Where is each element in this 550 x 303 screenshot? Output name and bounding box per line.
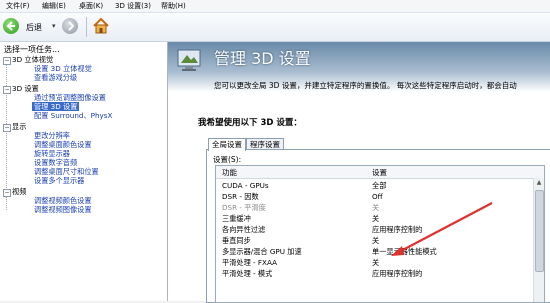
back-dropdown-icon[interactable]: ▾ <box>52 22 56 30</box>
tree-item-image-settings-preview[interactable]: 通过预览调整图像设置 <box>34 93 106 102</box>
feature-cell: 垂直同步 <box>222 236 251 245</box>
feature-cell: 各向异性过滤 <box>222 225 266 234</box>
feature-cell: DSR - 因数 <box>222 192 259 201</box>
home-button[interactable] <box>92 17 110 35</box>
grid-header: 功能 设置 <box>216 166 544 179</box>
forward-button[interactable] <box>62 18 78 34</box>
tree-category-display[interactable]: 显示 <box>12 122 26 131</box>
back-label[interactable]: 后退 <box>26 22 42 33</box>
value-cell[interactable]: 单一显示器性能模式 <box>372 247 437 257</box>
content-area: 管理 3D 设置 您可以更改全局 3D 设置，并建立特定程序的置换值。 每次这些… <box>168 42 550 303</box>
feature-cell: 平滑处理 - FXAA <box>222 258 278 267</box>
page-header: 管理 3D 设置 您可以更改全局 3D 设置，并建立特定程序的置换值。 每次这些… <box>168 42 550 92</box>
scroll-up-icon[interactable]: ▲ <box>535 179 543 187</box>
tree-item-video-image[interactable]: 调整视频图像设置 <box>34 205 92 214</box>
value-cell[interactable]: 关 <box>372 258 379 268</box>
table-row[interactable]: 多显示器/混合 GPU 加速 单一显示器性能模式 <box>216 246 532 257</box>
menu-file[interactable]: 文件(F) <box>6 1 30 11</box>
menu-bar: 文件(F) 编辑(E) 桌面(K) 3D 设置(3) 帮助(H) <box>0 0 550 13</box>
expander-icon[interactable]: − <box>3 189 11 197</box>
column-feature[interactable]: 功能 <box>222 167 237 178</box>
toolbar-separator <box>86 17 87 37</box>
tree-item-game-ratings[interactable]: 查看游戏分级 <box>34 73 77 82</box>
value-cell[interactable]: 关 <box>372 214 379 224</box>
tree-category-3d-stereo[interactable]: 3D 立体视觉 <box>12 55 53 64</box>
menu-3d-settings[interactable]: 3D 设置(3) <box>115 1 151 11</box>
tree-item-desktop-size[interactable]: 调整桌面尺寸和位置 <box>34 167 99 176</box>
section-label: 我希望使用以下 3D 设置： <box>198 118 302 128</box>
feature-cell: 三重缓冲 <box>222 214 251 223</box>
page-title: 管理 3D 设置 <box>214 49 311 68</box>
toolbar: 后退 ▾ <box>0 13 550 42</box>
scroll-thumb[interactable] <box>535 190 544 272</box>
tree-connector <box>6 60 7 210</box>
tree-category-video[interactable]: 视频 <box>12 187 26 196</box>
feature-cell: DSR - 平滑度 <box>222 203 266 212</box>
back-arrow-icon <box>6 21 15 31</box>
table-row[interactable]: 平滑处理 - 模式 应用程序控制的 <box>216 268 532 279</box>
tree-item-digital-audio[interactable]: 设置数字音频 <box>34 158 77 167</box>
tree-item-manage-3d-settings[interactable]: 管理 3D 设置 <box>32 102 80 111</box>
tree-item-setup-stereo[interactable]: 设置 3D 立体视觉 <box>34 64 92 73</box>
tree-category-3d-settings[interactable]: 3D 设置 <box>12 84 39 93</box>
tree-item-surround-physx[interactable]: 配置 Surround、PhysX <box>34 111 112 120</box>
grid-scrollbar[interactable]: ▲ <box>533 178 544 302</box>
value-cell[interactable]: 全部 <box>372 181 386 191</box>
value-cell[interactable]: Off <box>372 192 383 202</box>
menu-help[interactable]: 帮助(H) <box>161 1 186 11</box>
table-row[interactable]: CUDA - GPUs 全部 <box>216 180 532 191</box>
expander-icon[interactable]: − <box>3 124 11 132</box>
table-row[interactable]: 三重缓冲 关 <box>216 213 532 224</box>
task-pane-title: 选择一项任务... <box>4 45 60 54</box>
settings-grid: 功能 设置 CUDA - GPUs 全部 DSR - 因数 Off DSR - … <box>215 165 545 303</box>
value-cell[interactable]: 关 <box>372 236 379 246</box>
expander-icon[interactable]: − <box>3 57 11 65</box>
tree-item-multiple-displays[interactable]: 设置多个显示器 <box>34 176 84 185</box>
feature-cell: CUDA - GPUs <box>222 181 269 190</box>
value-cell[interactable]: 应用程序控制的 <box>372 225 422 235</box>
home-icon <box>93 17 109 34</box>
tree-item-desktop-color[interactable]: 调整桌面颜色设置 <box>34 140 92 149</box>
feature-cell: 多显示器/混合 GPU 加速 <box>222 247 302 256</box>
task-pane: 选择一项任务... − 3D 立体视觉 设置 3D 立体视觉 查看游戏分级 − … <box>0 42 168 301</box>
table-row[interactable]: DSR - 因数 Off <box>216 191 532 202</box>
tree-item-video-color[interactable]: 调整视频颜色设置 <box>34 196 92 205</box>
table-row[interactable]: DSR - 平滑度 关 <box>216 202 532 213</box>
tab-panel: 设置(S): 功能 设置 CUDA - GPUs 全部 DSR - 因数 Off… <box>206 149 550 303</box>
table-row[interactable]: 垂直同步 关 <box>216 235 532 246</box>
page-description: 您可以更改全局 3D 设置，并建立特定程序的置换值。 每次这些特定程序启动时，都… <box>214 81 517 90</box>
tree-item-rotate-display[interactable]: 旋转显示器 <box>34 149 70 158</box>
expander-icon[interactable]: − <box>3 86 11 94</box>
table-row[interactable]: 平滑处理 - FXAA 关 <box>216 257 532 268</box>
value-cell[interactable]: 关 <box>372 203 379 213</box>
3d-settings-icon <box>177 49 201 71</box>
settings-label: 设置(S): <box>213 155 242 164</box>
back-button[interactable] <box>3 18 19 34</box>
value-cell[interactable]: 应用程序控制的 <box>372 269 422 279</box>
table-row[interactable]: 各向异性过滤 应用程序控制的 <box>216 224 532 235</box>
tab-global-settings[interactable]: 全局设置 <box>208 138 246 151</box>
forward-arrow-icon <box>68 21 75 31</box>
feature-cell: 平滑处理 - 模式 <box>222 269 273 278</box>
tree-item-change-resolution[interactable]: 更改分辨率 <box>34 131 70 140</box>
menu-desktop[interactable]: 桌面(K) <box>79 1 103 11</box>
menu-edit[interactable]: 编辑(E) <box>42 1 66 11</box>
column-setting[interactable]: 设置 <box>372 167 387 178</box>
